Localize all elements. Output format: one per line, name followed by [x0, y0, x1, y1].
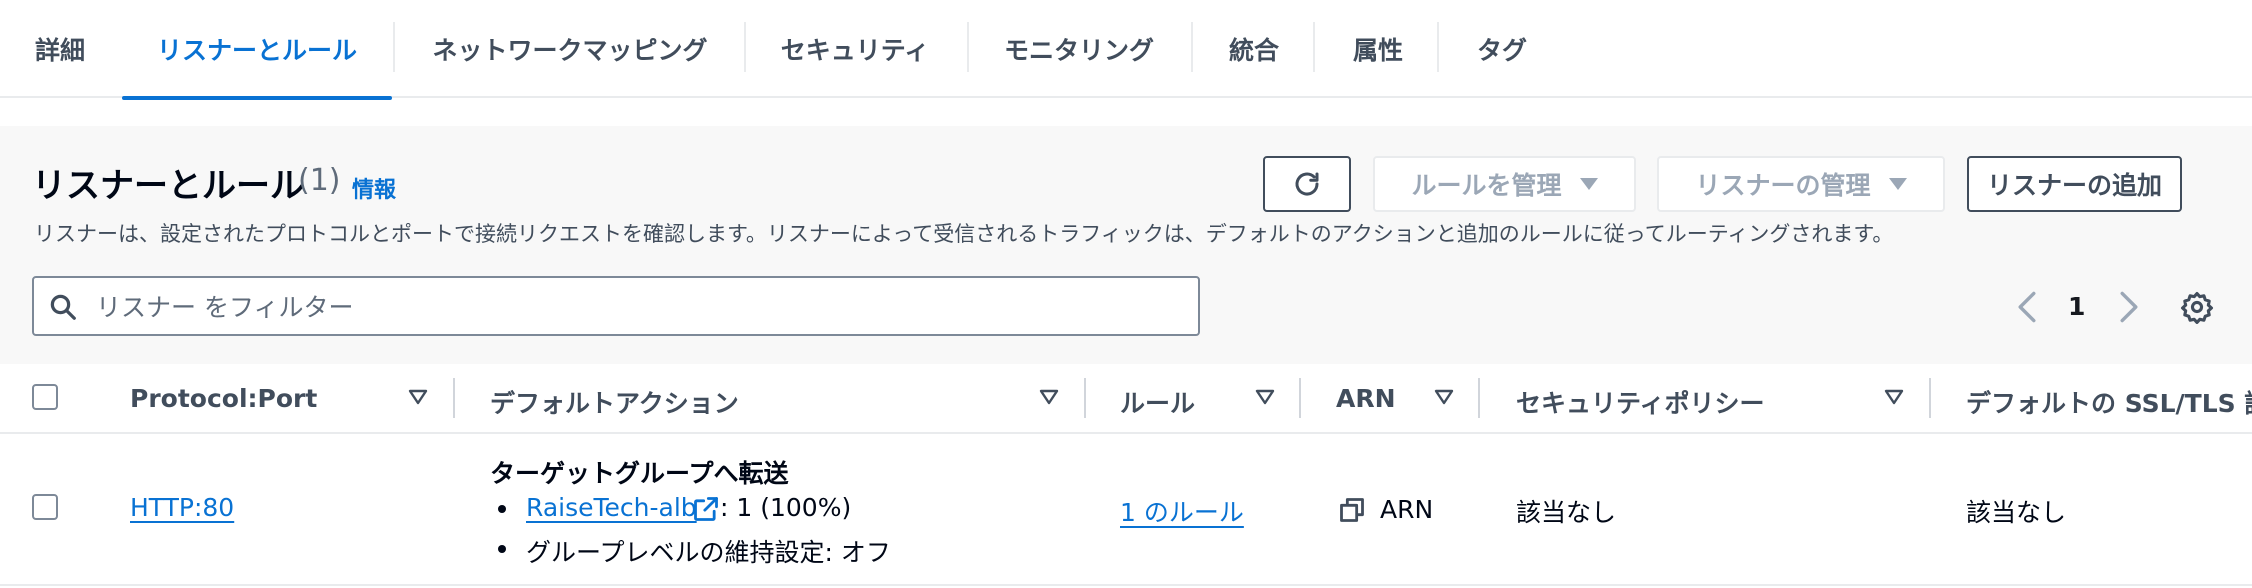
arn-label: ARN — [1380, 495, 1434, 524]
caret-down-icon — [1888, 178, 1907, 190]
column-protocol-port[interactable]: Protocol:Port — [130, 384, 317, 413]
filter-placeholder: リスナー をフィルター — [96, 293, 354, 322]
manage-listener-button[interactable]: リスナーの管理 — [1657, 156, 1945, 212]
panel-description: リスナーは、設定されたプロトコルとポートで接続リクエストを確認します。リスナーに… — [34, 222, 1894, 246]
target-weight: : 1 (100%) — [720, 493, 852, 522]
sort-icon[interactable] — [1255, 388, 1275, 406]
tab-divider — [393, 22, 395, 72]
tab-divider — [744, 22, 746, 72]
tab-network-mapping[interactable]: ネットワークマッピング — [430, 0, 710, 98]
column-security-policy[interactable]: セキュリティポリシー — [1516, 384, 1765, 420]
manage-rules-button[interactable]: ルールを管理 — [1373, 156, 1636, 212]
column-divider[interactable] — [1084, 378, 1086, 418]
listener-count: (1) — [298, 163, 341, 198]
column-rules[interactable]: ルール — [1120, 384, 1195, 420]
column-divider[interactable] — [453, 378, 455, 418]
tab-divider — [967, 22, 969, 72]
copy-icon[interactable] — [1338, 496, 1366, 524]
stickiness-setting: グループレベルの維持設定: オフ — [526, 538, 891, 567]
refresh-icon — [1295, 172, 1319, 196]
tab-monitoring[interactable]: モニタリング — [1004, 0, 1154, 98]
external-link-icon[interactable] — [692, 495, 720, 523]
tab-divider — [1437, 22, 1439, 72]
column-arn[interactable]: ARN — [1336, 384, 1396, 413]
row-divider — [0, 584, 2252, 586]
default-action-title: ターゲットグループへ転送 — [490, 459, 789, 488]
add-listener-label: リスナーの追加 — [1986, 171, 2162, 200]
tab-divider — [1191, 22, 1193, 72]
tab-details[interactable]: 詳細 — [32, 0, 88, 98]
caret-down-icon — [1579, 178, 1598, 190]
add-listener-button[interactable]: リスナーの追加 — [1967, 156, 2182, 212]
page-title: リスナーとルール — [32, 166, 304, 206]
sort-icon[interactable] — [1884, 388, 1904, 406]
refresh-button[interactable] — [1263, 156, 1351, 212]
column-divider[interactable] — [1478, 378, 1480, 418]
row-select-checkbox[interactable] — [32, 494, 58, 520]
sort-icon[interactable] — [408, 388, 428, 406]
gear-icon[interactable] — [2180, 290, 2214, 324]
tab-tags[interactable]: タグ — [1474, 0, 1530, 98]
rules-link[interactable]: 1 のルール — [1120, 493, 1244, 529]
tab-integrations[interactable]: 統合 — [1226, 0, 1282, 98]
tab-listeners-and-rules[interactable]: リスナーとルール — [122, 0, 392, 100]
ssl-cert-value: 該当なし — [1966, 498, 2067, 527]
sort-icon[interactable] — [1434, 388, 1454, 406]
previous-page-icon[interactable] — [2016, 290, 2038, 324]
tab-security[interactable]: セキュリティ — [780, 0, 930, 98]
next-page-icon[interactable] — [2118, 290, 2140, 324]
target-group-link[interactable]: RaiseTech-alb — [526, 493, 697, 522]
current-page[interactable]: 1 — [2068, 292, 2085, 321]
list-bullet — [498, 545, 506, 553]
tab-divider — [1313, 22, 1315, 72]
column-divider[interactable] — [1929, 378, 1931, 418]
manage-rules-label: ルールを管理 — [1411, 171, 1562, 200]
list-bullet — [498, 505, 506, 513]
column-divider[interactable] — [1299, 378, 1301, 418]
listener-filter-input[interactable]: リスナー をフィルター — [32, 276, 1200, 336]
tab-attributes[interactable]: 属性 — [1350, 0, 1406, 98]
search-icon — [50, 294, 76, 320]
sort-icon[interactable] — [1039, 388, 1059, 406]
info-link[interactable]: 情報 — [352, 172, 396, 204]
column-default-ssl-cert[interactable]: デフォルトの SSL/TLS 証 — [1966, 384, 2252, 420]
column-default-action[interactable]: デフォルトアクション — [490, 384, 739, 420]
security-policy-value: 該当なし — [1516, 498, 1617, 527]
manage-listener-label: リスナーの管理 — [1695, 171, 1871, 200]
protocol-port-link[interactable]: HTTP:80 — [130, 493, 234, 522]
tab-bar: 詳細 リスナーとルール ネットワークマッピング セキュリティ モニタリング 統合… — [0, 0, 2252, 100]
select-all-checkbox[interactable] — [32, 384, 58, 410]
